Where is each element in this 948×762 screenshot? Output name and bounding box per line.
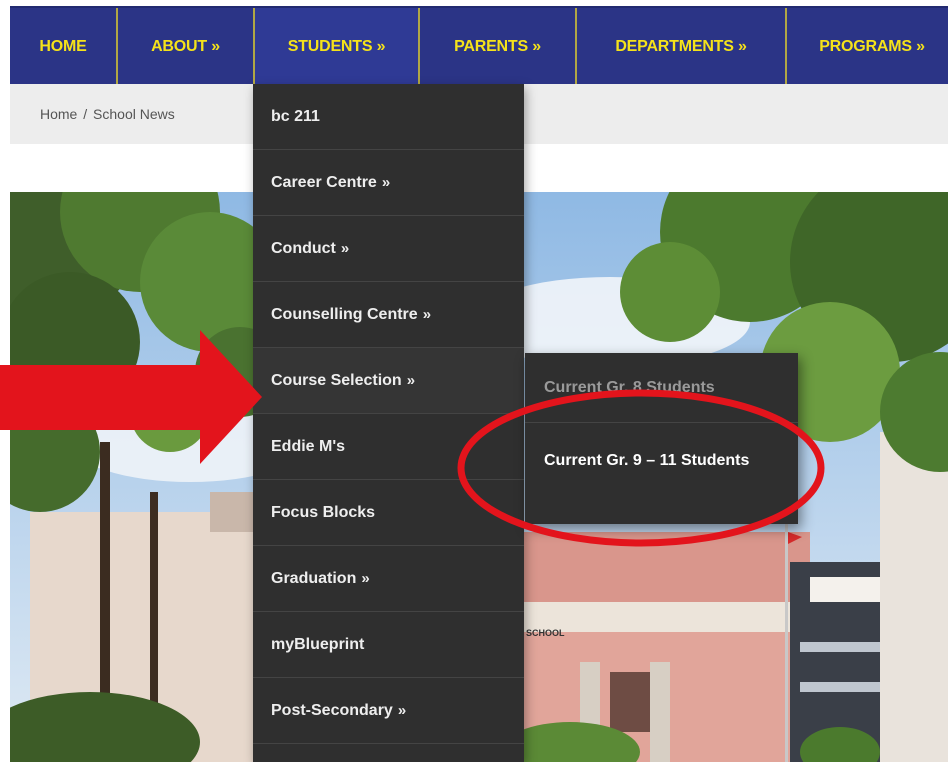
- nav-parents-label: PARENTS »: [454, 38, 541, 55]
- breadcrumb-current: School News: [93, 106, 175, 122]
- submenu-arrow-icon: »: [397, 702, 407, 719]
- menu-item-bc-211[interactable]: bc 211: [253, 84, 524, 150]
- nav-about[interactable]: ABOUT »: [118, 8, 253, 86]
- menu-item-label: Post-Secondary: [271, 701, 393, 719]
- submenu-item-grade-9-11[interactable]: Current Gr. 9 – 11 Students: [525, 423, 798, 479]
- menu-item-graduation[interactable]: Graduation»: [253, 546, 524, 612]
- course-selection-submenu: Current Gr. 8 Students Current Gr. 9 – 1…: [525, 353, 798, 524]
- nav-departments[interactable]: DEPARTMENTS »: [577, 8, 785, 86]
- nav-home[interactable]: HOME: [10, 8, 116, 86]
- nav-parents[interactable]: PARENTS »: [420, 8, 575, 86]
- menu-item-label: Focus Blocks: [271, 503, 376, 521]
- menu-item-label: Eddie M's: [271, 437, 346, 455]
- menu-item-post-secondary[interactable]: Post-Secondary»: [253, 678, 524, 744]
- nav-home-label: HOME: [39, 38, 87, 55]
- students-dropdown-menu: bc 211 Career Centre» Conduct» Counselli…: [253, 84, 524, 762]
- menu-item-label: Counselling Centre: [271, 305, 418, 323]
- menu-item-course-selection[interactable]: Course Selection»: [253, 348, 524, 414]
- submenu-item-grade-8[interactable]: Current Gr. 8 Students: [525, 353, 798, 423]
- breadcrumb-separator: /: [83, 106, 88, 122]
- submenu-arrow-icon: »: [406, 372, 416, 389]
- nav-programs-label: PROGRAMS »: [819, 38, 925, 55]
- submenu-arrow-icon: »: [340, 240, 350, 257]
- submenu-arrow-icon: »: [361, 570, 370, 587]
- menu-item-label: Course Selection: [271, 371, 402, 389]
- submenu-item-label: Current Gr. 9 – 11 Students: [544, 452, 750, 469]
- menu-item-myblueprint[interactable]: myBlueprint: [253, 612, 524, 678]
- nav-students-label: STUDENTS »: [287, 38, 386, 55]
- nav-programs[interactable]: PROGRAMS »: [787, 8, 948, 86]
- submenu-item-label: Current Gr. 8 Students: [544, 378, 715, 396]
- menu-item-label: bc 211: [271, 107, 320, 125]
- submenu-arrow-icon: »: [422, 306, 432, 323]
- menu-item-focus-blocks[interactable]: Focus Blocks: [253, 480, 524, 546]
- breadcrumb-home-link[interactable]: Home: [40, 106, 77, 122]
- menu-item-label: Graduation: [271, 569, 357, 587]
- nav-students[interactable]: STUDENTS »: [255, 8, 418, 86]
- submenu-arrow-icon: »: [381, 174, 391, 191]
- nav-departments-label: DEPARTMENTS »: [615, 38, 747, 55]
- building-sign-text: SCHOOL: [526, 628, 565, 638]
- menu-item-conduct[interactable]: Conduct»: [253, 216, 524, 282]
- nav-about-label: ABOUT »: [151, 38, 220, 55]
- menu-item-counselling-centre[interactable]: Counselling Centre»: [253, 282, 524, 348]
- breadcrumb: Home / School News: [40, 106, 175, 122]
- menu-item-career-centre[interactable]: Career Centre»: [253, 150, 524, 216]
- menu-item-eddie-ms[interactable]: Eddie M's: [253, 414, 524, 480]
- menu-item-label: myBlueprint: [271, 635, 365, 653]
- main-nav: HOME ABOUT » STUDENTS » PARENTS » DEPART…: [10, 6, 948, 86]
- menu-item-label: Career Centre: [271, 173, 377, 191]
- menu-item-label: Conduct: [271, 239, 336, 257]
